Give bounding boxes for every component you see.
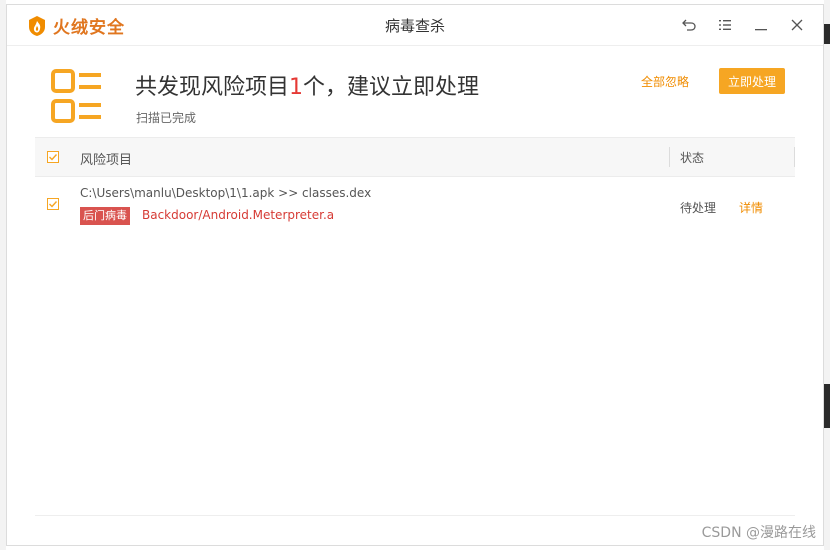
fix-now-button[interactable]: 立即处理 bbox=[719, 68, 785, 94]
watermark: CSDN @漫路在线 bbox=[701, 525, 816, 541]
risk-list-icon bbox=[51, 69, 101, 123]
minimize-button[interactable] bbox=[751, 15, 771, 35]
risk-count: 1 bbox=[289, 75, 304, 100]
background-fragment bbox=[824, 384, 830, 428]
table-row: C:\Users\manlu\Desktop\1\1.apk >> classe… bbox=[35, 177, 795, 237]
scan-status: 扫描已完成 bbox=[136, 111, 197, 125]
virus-name: Backdoor/Android.Meterpreter.a bbox=[142, 208, 335, 222]
risk-file-path: C:\Users\manlu\Desktop\1\1.apk >> classe… bbox=[80, 186, 372, 200]
summary-title-prefix: 共发现风险项目 bbox=[135, 75, 290, 100]
column-header-item: 风险项目 bbox=[80, 153, 133, 168]
check-icon bbox=[49, 201, 58, 208]
check-icon bbox=[49, 154, 58, 161]
ignore-all-link[interactable]: 全部忽略 bbox=[641, 73, 689, 90]
row-checkbox[interactable] bbox=[47, 198, 59, 210]
close-button[interactable] bbox=[787, 15, 807, 35]
summary-title: 共发现风险项目1个，建议立即处理 bbox=[135, 69, 479, 101]
undo-button[interactable] bbox=[679, 15, 699, 35]
undo-icon bbox=[682, 19, 696, 31]
footer-divider bbox=[35, 515, 795, 516]
background-window-right bbox=[824, 0, 830, 550]
menu-button[interactable] bbox=[715, 15, 735, 35]
column-divider bbox=[794, 147, 795, 167]
close-icon bbox=[791, 19, 803, 31]
virus-scan-window: 火绒安全 病毒查杀 共发现风险项目1个，建议立即处理 扫描已完成 全部忽略 立即… bbox=[6, 4, 824, 546]
select-all-checkbox[interactable] bbox=[47, 151, 59, 163]
minimize-icon bbox=[755, 29, 767, 31]
table-header: 风险项目 状态 bbox=[35, 137, 795, 177]
background-fragment bbox=[824, 24, 830, 44]
threat-type-badge: 后门病毒 bbox=[80, 207, 130, 225]
title-bar[interactable]: 火绒安全 病毒查杀 bbox=[7, 5, 823, 46]
row-status: 待处理 bbox=[680, 201, 717, 215]
window-controls bbox=[679, 15, 807, 35]
column-header-status: 状态 bbox=[680, 151, 705, 165]
details-link[interactable]: 详情 bbox=[739, 199, 763, 216]
menu-icon bbox=[719, 20, 731, 30]
column-divider bbox=[669, 147, 670, 167]
summary-title-suffix: 个，建议立即处理 bbox=[303, 75, 480, 100]
